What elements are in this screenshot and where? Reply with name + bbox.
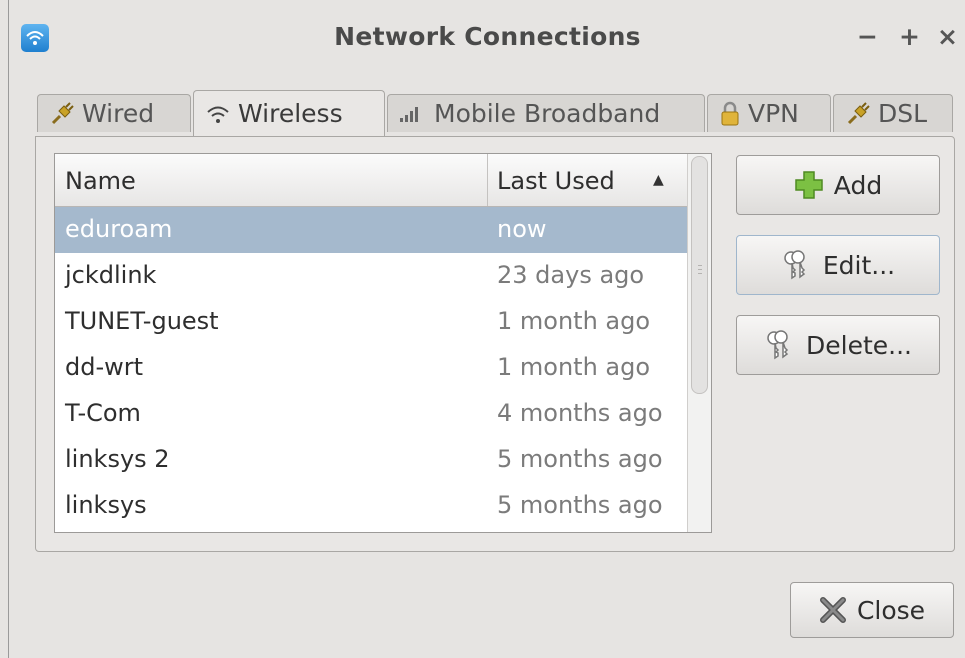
plus-icon bbox=[794, 170, 824, 200]
connection-last-used: 4 months ago bbox=[497, 399, 663, 427]
table-row[interactable]: jckdlink 23 days ago bbox=[55, 253, 687, 299]
network-connections-window: Network Connections − + × Wired Wireless… bbox=[8, 0, 965, 658]
add-button[interactable]: Add bbox=[736, 155, 940, 215]
tab-mobile-broadband-label: Mobile Broadband bbox=[434, 99, 661, 128]
scrollbar-thumb[interactable] bbox=[691, 156, 708, 394]
table-row[interactable]: eduroam now bbox=[55, 207, 687, 253]
delete-button-label: Delete... bbox=[806, 330, 912, 360]
tab-vpn-label: VPN bbox=[748, 99, 799, 128]
connection-last-used: 5 months ago bbox=[497, 445, 663, 473]
connections-list[interactable]: Name Last Used ▲ eduroam now jckdlink 23… bbox=[54, 153, 712, 533]
connection-last-used: 1 month ago bbox=[497, 307, 651, 335]
edit-button-label: Edit... bbox=[822, 250, 896, 280]
tab-wired[interactable]: Wired bbox=[37, 94, 191, 132]
plug-icon bbox=[846, 101, 870, 126]
delete-button[interactable]: Delete... bbox=[736, 315, 940, 375]
connection-last-used: now bbox=[497, 215, 547, 243]
tab-mobile-broadband[interactable]: Mobile Broadband bbox=[387, 94, 705, 132]
window-title: Network Connections bbox=[334, 22, 641, 51]
wifi-icon bbox=[206, 103, 230, 125]
vertical-scrollbar[interactable] bbox=[687, 154, 711, 532]
connection-name: TUNET-guest bbox=[65, 307, 219, 335]
close-button[interactable]: Close bbox=[790, 582, 954, 638]
close-x-icon bbox=[819, 596, 847, 624]
column-separator[interactable] bbox=[487, 154, 488, 206]
connection-name: linksys 2 bbox=[65, 445, 170, 473]
tab-dsl-label: DSL bbox=[878, 99, 928, 128]
title-bar[interactable]: Network Connections − + × bbox=[9, 0, 965, 68]
tab-dsl[interactable]: DSL bbox=[833, 94, 953, 132]
tab-wired-label: Wired bbox=[82, 99, 155, 128]
column-header-name[interactable]: Name bbox=[65, 167, 136, 195]
maximize-button[interactable]: + bbox=[899, 22, 920, 51]
edit-button[interactable]: Edit... bbox=[736, 235, 940, 295]
connection-last-used: 5 months ago bbox=[497, 491, 663, 519]
plug-icon bbox=[50, 101, 74, 126]
tab-wireless[interactable]: Wireless bbox=[193, 90, 385, 136]
connection-last-used: 23 days ago bbox=[497, 261, 645, 289]
add-button-label: Add bbox=[833, 170, 883, 200]
keys-icon bbox=[764, 329, 796, 361]
connection-name: dd-wrt bbox=[65, 353, 144, 381]
tab-wireless-label: Wireless bbox=[238, 99, 343, 128]
minimize-button[interactable]: − bbox=[857, 22, 878, 51]
table-row[interactable]: dd-wrt 1 month ago bbox=[55, 345, 687, 391]
table-row[interactable]: TUNET-guest 1 month ago bbox=[55, 299, 687, 345]
tab-vpn[interactable]: VPN bbox=[707, 94, 831, 132]
connection-name: jckdlink bbox=[65, 261, 157, 289]
connection-name: T-Com bbox=[65, 399, 141, 427]
grip-icon bbox=[698, 265, 702, 277]
sort-ascending-icon: ▲ bbox=[653, 172, 664, 188]
close-window-button[interactable]: × bbox=[937, 22, 958, 51]
wireless-tab-page: Name Last Used ▲ eduroam now jckdlink 23… bbox=[35, 136, 955, 552]
lock-icon bbox=[720, 101, 740, 127]
table-row[interactable]: T-Com 4 months ago bbox=[55, 391, 687, 437]
connection-name: linksys bbox=[65, 491, 147, 519]
connection-name: eduroam bbox=[65, 215, 173, 243]
keys-icon bbox=[781, 249, 813, 281]
close-button-label: Close bbox=[856, 595, 926, 625]
connection-last-used: 1 month ago bbox=[497, 353, 651, 381]
connection-rows: eduroam now jckdlink 23 days ago TUNET-g… bbox=[55, 207, 687, 529]
list-header: Name Last Used ▲ bbox=[55, 154, 687, 207]
table-row[interactable]: linksys 5 months ago bbox=[55, 483, 687, 529]
table-row[interactable]: linksys 2 5 months ago bbox=[55, 437, 687, 483]
signal-bars-icon bbox=[398, 105, 426, 123]
column-header-last-used[interactable]: Last Used bbox=[497, 167, 615, 195]
